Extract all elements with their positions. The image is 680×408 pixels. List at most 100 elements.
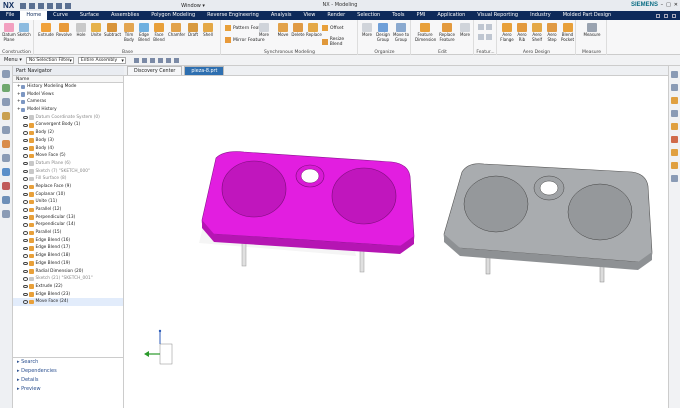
visibility-eye-icon[interactable] (23, 246, 28, 251)
menu-molded-part-design[interactable]: Molded Part Design (557, 11, 618, 20)
selection-filter-dropdown[interactable]: No Selection Filter (25, 56, 74, 64)
search-panel-toggle[interactable]: ▸ Search (13, 358, 123, 367)
visibility-eye-icon[interactable] (23, 231, 28, 235)
face-blend-button[interactable]: Face Blend (152, 23, 166, 42)
tree-row[interactable]: Extrude (22) (13, 283, 123, 291)
tree-row[interactable]: Datum Plane (6) (13, 160, 123, 168)
menu-assemblies[interactable]: Assemblies (105, 11, 145, 20)
visibility-eye-icon[interactable] (23, 223, 28, 227)
chamfer-button[interactable]: Chamfer (168, 23, 185, 38)
tree-row[interactable]: Body (4) (13, 145, 123, 153)
visibility-eye-icon[interactable] (23, 169, 28, 174)
aero-step-button[interactable]: Aero Step (545, 23, 559, 42)
roles-icon[interactable] (2, 154, 10, 162)
feature-tool-3[interactable] (478, 34, 484, 40)
dependencies-panel-toggle[interactable]: ▸ Dependencies (13, 367, 123, 376)
sketch-button[interactable]: Sketch (17, 23, 31, 38)
draft-button[interactable]: Draft (186, 23, 200, 38)
constraint-navigator-icon[interactable] (2, 98, 10, 106)
render-style-icon[interactable] (671, 97, 678, 104)
visualization-icon[interactable] (2, 196, 10, 204)
extrude-button[interactable]: Extrude (38, 23, 54, 38)
tree-row[interactable]: Fill Surface (8) (13, 175, 123, 183)
maximize-icon[interactable]: □ (666, 2, 671, 8)
delete-face-button[interactable]: Delete (291, 23, 305, 38)
move-to-group-button[interactable]: Move to Group (393, 23, 409, 42)
menu-render[interactable]: Render (321, 11, 351, 20)
zoom-icon[interactable] (671, 84, 678, 91)
name-column-header[interactable]: Name (13, 76, 123, 83)
offset-button[interactable]: Offset (322, 25, 344, 31)
hole-button[interactable]: Hole (74, 23, 88, 38)
assembly-navigator-icon[interactable] (2, 84, 10, 92)
tree-row[interactable]: Move Face (5) (13, 152, 123, 160)
shell-button[interactable]: Shell (201, 23, 215, 38)
blend-pocket-button[interactable]: Blend Pocket (560, 23, 575, 42)
menu-pmi[interactable]: PMI (411, 11, 432, 20)
show-hide-icon[interactable] (671, 136, 678, 143)
search-icon[interactable] (656, 13, 660, 18)
visibility-eye-icon[interactable] (23, 208, 28, 212)
reuse-library-icon[interactable] (2, 112, 10, 120)
snap-point-icon[interactable] (133, 57, 139, 63)
fit-view-icon[interactable] (671, 71, 678, 78)
measure-button[interactable]: Measure (582, 23, 602, 38)
settings-icon[interactable] (664, 13, 668, 18)
menu-application[interactable]: Application (431, 11, 471, 20)
visibility-eye-icon[interactable] (23, 200, 28, 204)
tree-row[interactable]: Unite (11) (13, 198, 123, 206)
unite-button[interactable]: Unite (89, 23, 103, 38)
select-edge-icon[interactable] (165, 57, 171, 63)
feature-tool-2[interactable] (486, 24, 492, 30)
layer-settings-icon[interactable] (671, 162, 678, 169)
tree-row[interactable]: Body (2) (13, 129, 123, 137)
model-view[interactable] (124, 76, 668, 408)
palette-icon[interactable] (2, 210, 10, 218)
design-group-button[interactable]: Design Group (375, 23, 391, 42)
visibility-eye-icon[interactable] (23, 146, 28, 151)
more-button-sync[interactable]: More (258, 23, 270, 38)
tab-pieza-8[interactable]: pieza-8.prt (184, 66, 225, 75)
feature-tool-4[interactable] (486, 34, 492, 40)
visibility-eye-icon[interactable] (23, 131, 28, 135)
select-face-icon[interactable] (157, 57, 163, 63)
visibility-eye-icon[interactable] (23, 192, 28, 197)
menu-polygon-modeling[interactable]: Polygon Modeling (145, 11, 201, 20)
process-studio-icon[interactable] (2, 140, 10, 148)
tree-row[interactable]: Replace Face (9) (13, 183, 123, 191)
feature-dimension-button[interactable]: Feature Dimension (415, 23, 436, 42)
menu-analysis[interactable]: Analysis (265, 11, 298, 20)
tree-row[interactable]: Body (3) (13, 137, 123, 145)
visibility-eye-icon[interactable] (23, 185, 28, 189)
details-panel-toggle[interactable]: ▸ Details (13, 376, 123, 385)
aero-shelf-button[interactable]: Aero Shelf (530, 23, 544, 42)
visibility-eye-icon[interactable] (23, 254, 28, 258)
visibility-eye-icon[interactable] (23, 161, 28, 166)
menu-industry[interactable]: Industry (524, 11, 557, 20)
web-browser-icon[interactable] (2, 182, 10, 190)
tree-row[interactable]: Edge Blend (19) (13, 260, 123, 268)
system-materials-icon[interactable] (2, 168, 10, 176)
visibility-eye-icon[interactable] (23, 261, 28, 266)
tree-row[interactable]: Parallel (12) (13, 206, 123, 214)
datum-plane-button[interactable]: Datum Plane (2, 23, 16, 42)
tree-row[interactable]: Convergent Body (1) (13, 121, 123, 129)
resize-blend-button[interactable]: Resize Blend (322, 37, 357, 47)
tree-row[interactable]: Radial Dimension (20) (13, 268, 123, 276)
preview-panel-toggle[interactable]: ▸ Preview (13, 385, 123, 394)
mirror-feature-button[interactable]: Mirror Feature (225, 37, 265, 43)
replace-face-button[interactable]: Replace (306, 23, 322, 38)
section-view-icon[interactable] (671, 123, 678, 130)
part-navigator-icon[interactable] (2, 70, 10, 78)
visibility-eye-icon[interactable] (23, 292, 28, 297)
visibility-eye-icon[interactable] (23, 300, 28, 304)
close-icon[interactable]: ✕ (674, 2, 678, 8)
visibility-eye-icon[interactable] (23, 277, 28, 281)
menu-curve[interactable]: Curve (47, 11, 74, 20)
aero-rib-button[interactable]: Aero Rib (515, 23, 529, 42)
tree-row[interactable]: + Cameras (13, 98, 123, 106)
visibility-eye-icon[interactable] (23, 269, 28, 274)
feature-tool-1[interactable] (478, 24, 484, 30)
menu-tools[interactable]: Tools (386, 11, 410, 20)
aero-flange-button[interactable]: Aero Flange (500, 23, 514, 42)
